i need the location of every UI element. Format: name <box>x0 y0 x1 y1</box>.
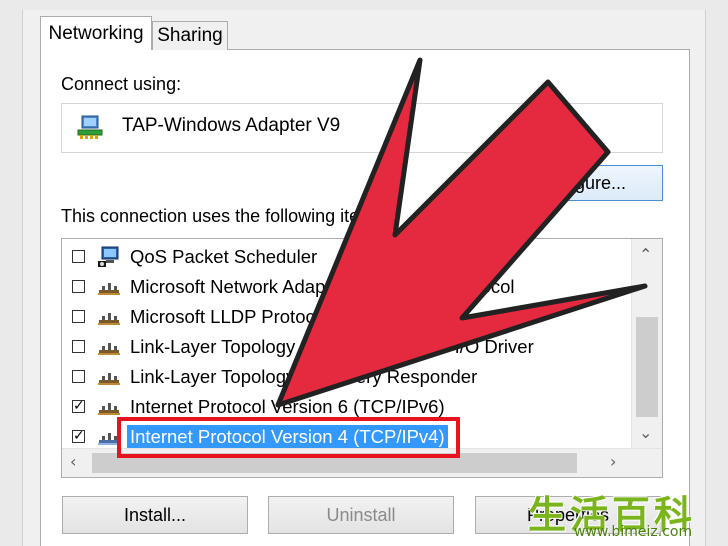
checkbox[interactable] <box>72 310 85 323</box>
configure-button[interactable]: Configure... <box>494 165 663 201</box>
checkbox[interactable]: ✓ <box>72 399 85 413</box>
scroll-right-arrow-icon[interactable]: › <box>610 452 616 471</box>
list-item[interactable]: Link-Layer Topology Discovery Responder <box>62 362 632 392</box>
item-label: Link-Layer Topology Discovery Mapper I/O… <box>130 336 534 357</box>
network-protocol-icon <box>98 373 120 385</box>
item-label: QoS Packet Scheduler <box>130 246 318 267</box>
window-edge-top <box>22 0 706 10</box>
uninstall-button[interactable]: Uninstall <box>268 496 454 534</box>
scroll-up-arrow-icon[interactable]: ⌃ <box>639 245 652 264</box>
highlight-box <box>117 417 460 458</box>
item-label: Link-Layer Topology Discovery Responder <box>130 366 478 387</box>
checkbox[interactable]: ✓ <box>72 429 85 443</box>
scroll-left-arrow-icon[interactable]: ‹ <box>70 452 76 471</box>
window-edge-right <box>705 0 728 546</box>
item-label: Microsoft LLDP Protocol Driver <box>130 306 384 327</box>
items-label: This connection uses the following items… <box>61 206 389 226</box>
network-protocol-icon <box>98 313 120 325</box>
checkbox[interactable] <box>72 280 85 293</box>
scroll-down-arrow-icon[interactable]: ⌄ <box>639 423 652 442</box>
item-label: Microsoft Network Adapter Multiplexor Pr… <box>130 276 515 297</box>
list-item[interactable]: Microsoft Network Adapter Multiplexor Pr… <box>62 272 632 302</box>
watermark: 生活百科 www.bimeiz.com <box>528 484 728 546</box>
adapter-name: TAP-Windows Adapter V9 <box>122 115 341 136</box>
item-label: Internet Protocol Version 6 (TCP/IPv6) <box>130 396 445 417</box>
tab-sharing[interactable]: Sharing <box>152 21 228 50</box>
network-adapter-icon <box>77 115 103 139</box>
network-protocol-icon <box>98 343 120 355</box>
properties-dialog: Networking Sharing Connect using: TAP-Wi… <box>0 0 728 546</box>
adapter-box: TAP-Windows Adapter V9 <box>61 103 663 153</box>
vertical-scrollbar[interactable]: ⌃ ⌄ <box>631 239 662 449</box>
watermark-url: www.bimeiz.com <box>574 524 693 540</box>
checkbox[interactable] <box>72 370 85 383</box>
qos-scheduler-icon <box>98 246 119 267</box>
list-item[interactable]: Microsoft LLDP Protocol Driver <box>62 302 632 332</box>
connect-using-label: Connect using: <box>61 74 182 94</box>
vertical-scroll-thumb[interactable] <box>636 317 658 417</box>
list-item[interactable]: Link-Layer Topology Discovery Mapper I/O… <box>62 332 632 362</box>
tab-networking[interactable]: Networking <box>40 16 152 50</box>
window-edge-left <box>0 0 23 546</box>
checkbox[interactable] <box>72 250 85 263</box>
install-button[interactable]: Install... <box>62 496 248 534</box>
network-protocol-icon <box>98 283 120 295</box>
checkbox[interactable] <box>72 340 85 353</box>
list-item[interactable]: QoS Packet Scheduler <box>62 242 632 272</box>
network-protocol-icon <box>98 403 120 415</box>
